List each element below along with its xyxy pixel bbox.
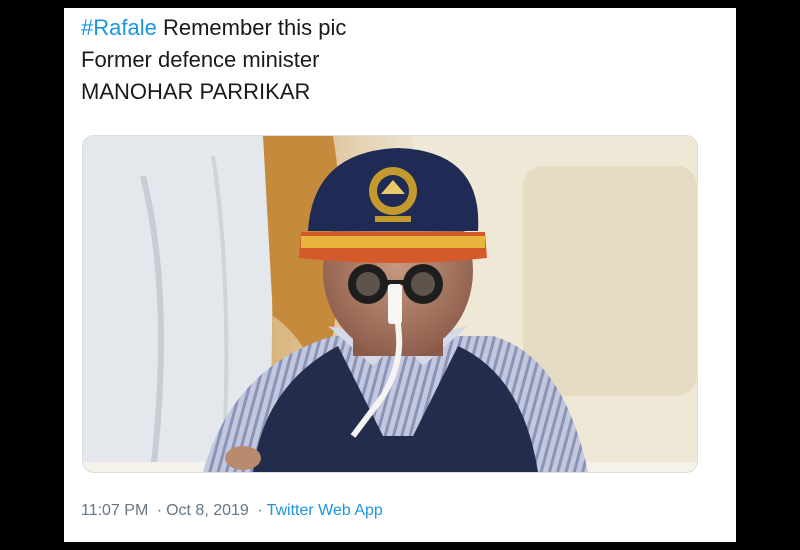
meta-separator-2: · <box>257 502 263 519</box>
tweet-line-3: MANOHAR PARRIKAR <box>81 79 311 104</box>
tweet-photo[interactable] <box>82 135 698 473</box>
tweet-source-link[interactable]: Twitter Web App <box>267 502 383 519</box>
tweet-date[interactable]: Oct 8, 2019 <box>166 502 249 519</box>
hashtag-link[interactable]: #Rafale <box>81 15 157 40</box>
tweet-time[interactable]: 11:07 PM <box>81 502 148 519</box>
meta-separator: · <box>156 502 163 519</box>
tweet-meta: 11:07 PM · Oct 8, 2019 · Twitter Web App <box>81 502 383 520</box>
tweet-line-1: #Rafale Remember this pic <box>81 12 711 44</box>
tweet-text: #Rafale Remember this pic Former defence… <box>81 12 711 108</box>
chair-back <box>523 166 697 396</box>
photo-illustration <box>83 136 697 472</box>
tweet-card: #Rafale Remember this pic Former defence… <box>64 8 736 542</box>
tweet-line-2: Former defence minister <box>81 47 320 72</box>
tweet-line-1-text: Remember this pic <box>156 15 347 40</box>
